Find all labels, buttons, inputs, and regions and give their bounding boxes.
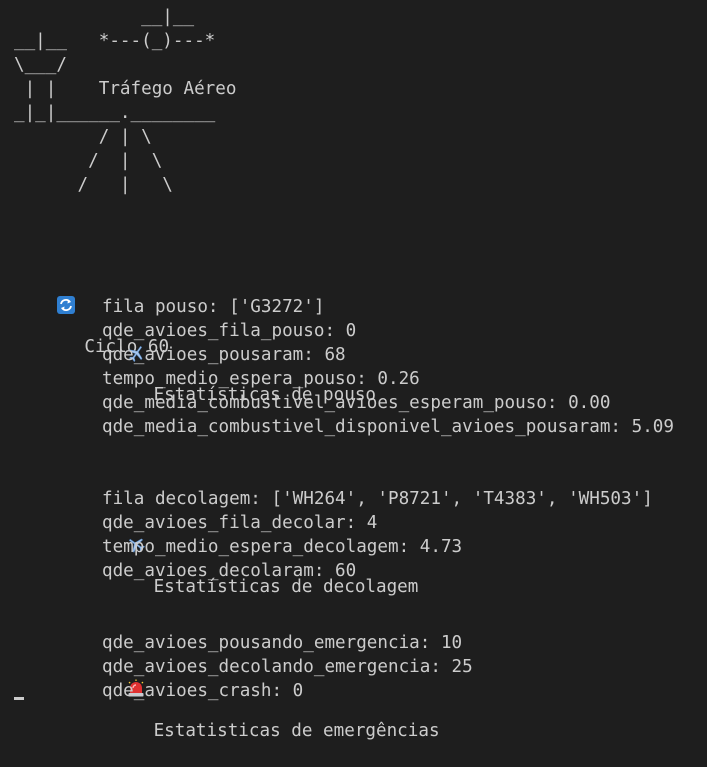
emergency-stat-line: qde_avioes_crash: 0 [102, 681, 304, 701]
cycle-header: Ciclo 60 [14, 223, 707, 357]
emergency-stat-line: qde_avioes_pousando_emergencia: 10 [102, 633, 463, 653]
control-tower-ascii-art: __|__ __|__ *---(_)---* \___/ | | Tráfeg… [14, 7, 237, 195]
takeoff-stat-line: fila decolagem: ['WH264', 'P8721', 'T438… [102, 489, 653, 509]
takeoff-stats-section: Estatísticas de decolagem fila decolagem… [14, 463, 707, 597]
emergency-stats-title-text: Estatisticas de emergências [153, 721, 440, 741]
emergency-stats-section: Estatisticas de emergências qde_avioes_p… [14, 607, 707, 741]
takeoff-stat-line: qde_avioes_fila_decolar: 4 [102, 513, 378, 533]
landing-stat-line: tempo_medio_espera_pouso: 0.26 [102, 369, 420, 389]
landing-stat-line: qde_avioes_pousaram: 68 [102, 345, 346, 365]
takeoff-stat-line: tempo_medio_espera_decolagem: 4.73 [102, 537, 463, 557]
landing-stat-line: qde_media_combustivel_disponivel_avioes_… [102, 417, 674, 437]
landing-stat-line: qde_avioes_fila_pouso: 0 [102, 321, 357, 341]
terminal-cursor [14, 697, 24, 700]
repeat-arrows-icon [56, 247, 76, 314]
landing-stat-line: qde_media_combustivel_avioes_esperam_pou… [102, 393, 611, 413]
emergency-stats-title: Estatisticas de emergências [14, 607, 707, 741]
terminal-output: __|__ __|__ *---(_)---* \___/ | | Tráfeg… [14, 5, 707, 741]
emergency-stat-line: qde_avioes_decolando_emergencia: 25 [102, 657, 473, 677]
takeoff-stats-title: Estatísticas de decolagem [14, 463, 707, 597]
landing-stats-section: Estatísticas de pouso fila pouso: ['G327… [14, 271, 707, 439]
